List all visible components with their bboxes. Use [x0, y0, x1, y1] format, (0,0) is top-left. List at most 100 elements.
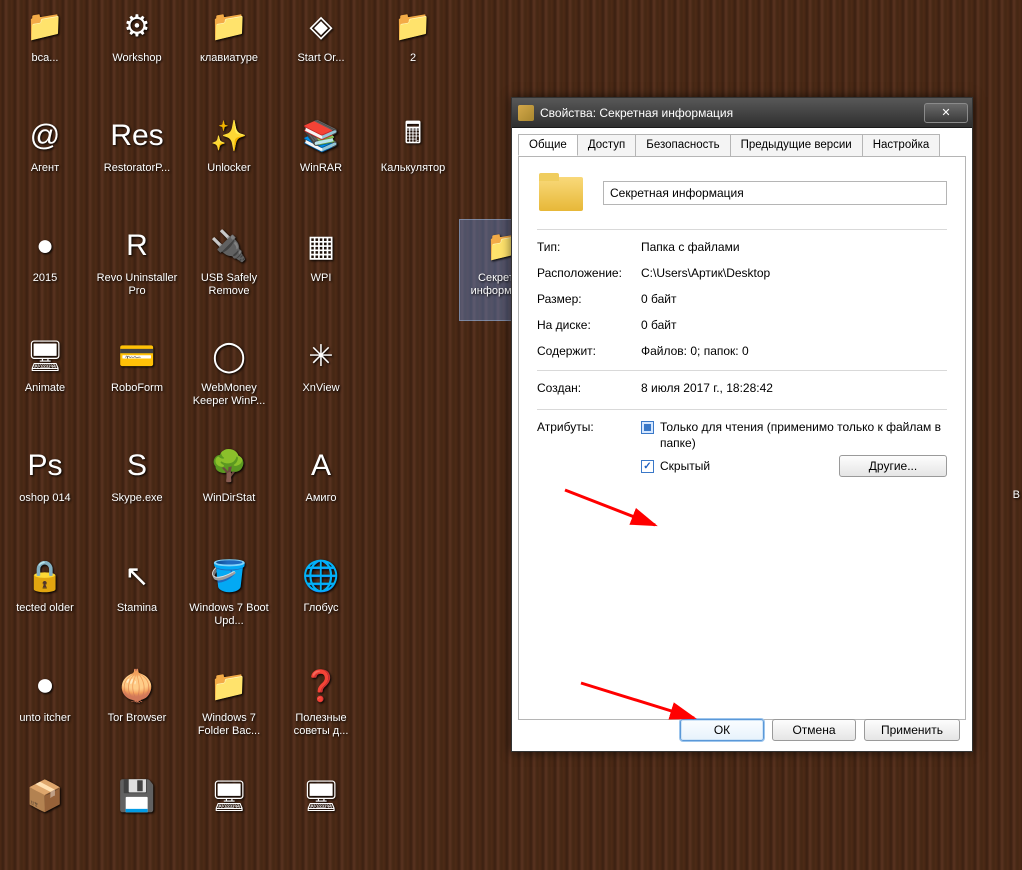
app-icon: 💳 [113, 332, 161, 380]
contains-label: Содержит: [537, 344, 641, 358]
tab-customize[interactable]: Настройка [862, 134, 941, 156]
desktop-icon[interactable]: 🔒 tected older [0, 550, 90, 650]
app-icon: 📦 [21, 772, 69, 820]
desktop-icon[interactable]: ↖Stamina [92, 550, 182, 650]
app-icon: 🔒 [21, 552, 69, 600]
desktop-icon-label: Windows 7 Folder Bac... [187, 712, 271, 738]
tab-general[interactable]: Общие [518, 134, 578, 156]
app-icon: 📚 [297, 112, 345, 160]
app-icon: R [113, 222, 161, 270]
desktop-icon[interactable]: @ Агент [0, 110, 90, 210]
app-icon: ◯ [205, 332, 253, 380]
app-icon: ✳ [297, 332, 345, 380]
desktop-icon-label: Revo Uninstaller Pro [95, 272, 179, 298]
desktop-icon-label: Unlocker [207, 162, 250, 175]
app-icon: @ [21, 112, 69, 160]
readonly-checkbox[interactable] [641, 421, 654, 434]
dialog-buttonbar: ОК Отмена Применить [680, 719, 960, 741]
app-icon: S [113, 442, 161, 490]
close-icon: ✕ [941, 106, 950, 119]
desktop-icon[interactable]: 🌳WinDirStat [184, 440, 274, 540]
desktop-icon[interactable]: 🔌USB Safely Remove [184, 220, 274, 320]
desktop-icon-label: USB Safely Remove [187, 272, 271, 298]
desktop-icon-label: 2 [410, 52, 416, 65]
desktop-icon[interactable]: 🖥Animate [0, 330, 90, 430]
folder-icon [537, 171, 585, 215]
app-icon: ⚙ [113, 2, 161, 50]
desktop-icon[interactable]: 💾 [92, 770, 182, 870]
desktop-icon[interactable]: ❓Полезные советы д... [276, 660, 366, 760]
app-icon: 🔌 [205, 222, 253, 270]
app-icon: ❓ [297, 662, 345, 710]
desktop-icon[interactable]: 📁bca... [0, 0, 90, 100]
desktop-icon[interactable]: 📁Windows 7 Folder Bac... [184, 660, 274, 760]
tab-previous-versions[interactable]: Предыдущие версии [730, 134, 863, 156]
tab-row: Общие Доступ Безопасность Предыдущие вер… [512, 128, 972, 156]
created-label: Создан: [537, 381, 641, 395]
desktop-icon[interactable]: Psoshop 014 [0, 440, 90, 540]
desktop-icon-label: XnView [302, 382, 339, 395]
desktop-icon-label: Калькулятор [381, 162, 445, 175]
desktop-icon[interactable]: ◯WebMoney Keeper WinP... [184, 330, 274, 430]
desktop-icon-label: Start Or... [297, 52, 344, 65]
tab-sharing[interactable]: Доступ [577, 134, 636, 156]
desktop-icon-label: Stamina [117, 602, 157, 615]
desktop-icon[interactable]: 🪣Windows 7 Boot Upd... [184, 550, 274, 650]
desktop-icon[interactable]: 🖩 Калькулятор [368, 110, 458, 210]
desktop-icon-label: Полезные советы д... [279, 712, 363, 738]
app-icon: 🖥 [21, 332, 69, 380]
desktop-icon-label: unto itcher [19, 712, 70, 725]
app-icon: 🖩 [389, 112, 437, 160]
desktop-icon[interactable]: 📦 [0, 770, 90, 870]
titlebar-folder-icon [518, 105, 534, 121]
desktop-icon[interactable]: ✨Unlocker [184, 110, 274, 210]
desktop-icon[interactable]: 💳RoboForm [92, 330, 182, 430]
desktop-icon[interactable]: SSkype.exe [92, 440, 182, 540]
desktop-icon-label: WinDirStat [203, 492, 256, 505]
desktop-icon-label: Workshop [112, 52, 161, 65]
desktop-icon-label: Агент [31, 162, 59, 175]
desktop-icon[interactable]: 📁клавиатуре [184, 0, 274, 100]
desktop-icon[interactable]: 🌐Глобус [276, 550, 366, 650]
desktop-icon[interactable]: 🖥 [276, 770, 366, 870]
divider [537, 370, 947, 371]
desktop-icon[interactable]: 📚WinRAR [276, 110, 366, 210]
type-label: Тип: [537, 240, 641, 254]
desktop-icon[interactable]: ⏺ unto itcher [0, 660, 90, 760]
hidden-label: Скрытый [660, 459, 710, 475]
desktop-icon[interactable]: ✳ XnView [276, 330, 366, 430]
contains-value: Файлов: 0; папок: 0 [641, 344, 947, 358]
location-label: Расположение: [537, 266, 641, 280]
location-value: C:\Users\Артик\Desktop [641, 266, 947, 280]
ok-button[interactable]: ОК [680, 719, 764, 741]
apply-button[interactable]: Применить [864, 719, 960, 741]
desktop-icon-label: WebMoney Keeper WinP... [187, 382, 271, 408]
desktop-icon[interactable]: AАмиго [276, 440, 366, 540]
folder-name-field[interactable]: Секретная информация [603, 181, 947, 205]
app-icon: 🧅 [113, 662, 161, 710]
desktop-icon[interactable]: ResRestoratorP... [92, 110, 182, 210]
desktop-icon-label: tected older [16, 602, 73, 615]
close-button[interactable]: ✕ [924, 103, 968, 123]
hidden-checkbox[interactable] [641, 460, 654, 473]
size-label: Размер: [537, 292, 641, 306]
desktop-icon-label: Windows 7 Boot Upd... [187, 602, 271, 628]
desktop-icon[interactable]: ●2015 [0, 220, 90, 320]
app-icon: A [297, 442, 345, 490]
desktop-icon[interactable]: RRevo Uninstaller Pro [92, 220, 182, 320]
desktop-icon[interactable]: ▦WPI [276, 220, 366, 320]
cancel-button[interactable]: Отмена [772, 719, 856, 741]
desktop-icon[interactable]: 🖥 [184, 770, 274, 870]
desktop-icon[interactable]: 📁2 [368, 0, 458, 100]
app-icon: ⏺ [21, 662, 69, 710]
app-icon: 🖥 [297, 772, 345, 820]
titlebar[interactable]: Свойства: Секретная информация ✕ [512, 98, 972, 128]
desktop-icon-label: bca... [32, 52, 59, 65]
other-attributes-button[interactable]: Другие... [839, 455, 947, 477]
desktop-icon[interactable]: ◈Start Or... [276, 0, 366, 100]
desktop-icon-label: WPI [311, 272, 332, 285]
app-icon: ● [21, 222, 69, 270]
desktop-icon[interactable]: 🧅Tor Browser [92, 660, 182, 760]
tab-security[interactable]: Безопасность [635, 134, 730, 156]
desktop-icon[interactable]: ⚙ Workshop [92, 0, 182, 100]
